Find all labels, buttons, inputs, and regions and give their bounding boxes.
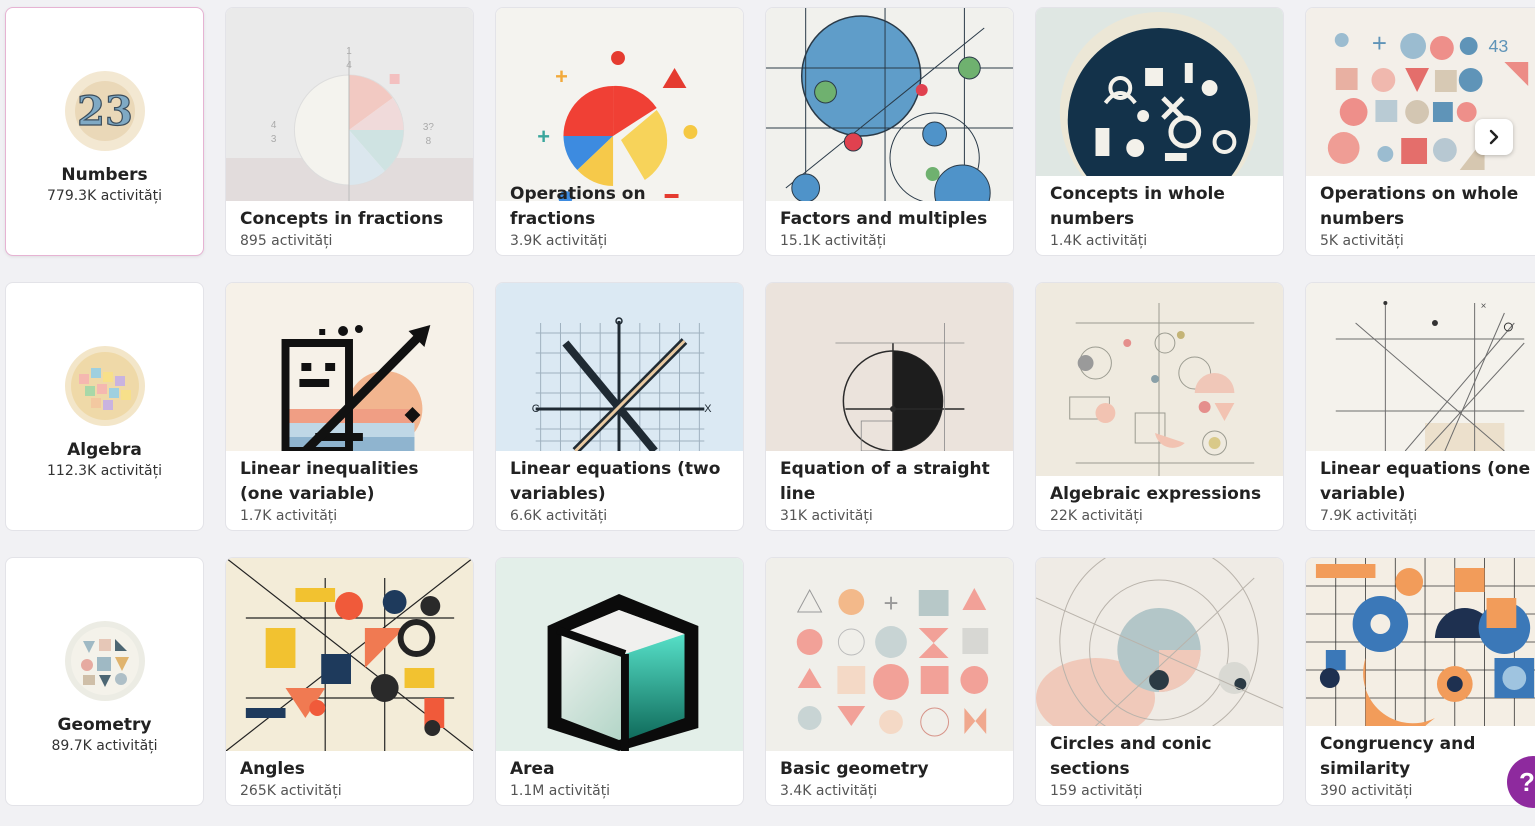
algebra-icon (64, 346, 145, 426)
topic-count: 1.1M activități (510, 783, 611, 799)
topic-card-equation-of-a-straight-line[interactable]: Equation of a straight line 31K activită… (765, 282, 1014, 531)
circles-and-conic-sections-illustration (1036, 558, 1283, 726)
topic-count: 390 activități (1320, 783, 1413, 799)
geometry-icon (64, 621, 145, 701)
topic-count: 5K activități (1320, 233, 1404, 249)
concepts-in-whole-numbers-illustration (1036, 8, 1283, 176)
linear-equations-one-variable-illustration: × (1306, 283, 1535, 451)
category-card-numbers[interactable]: 23 Numbers 779.3K activități (5, 7, 204, 256)
area-illustration (496, 558, 743, 751)
algebraic-expressions-illustration (1036, 283, 1283, 476)
topic-card-congruency-and-similarity[interactable]: Congruency and similarity 390 activități (1305, 557, 1535, 806)
topic-title: Operations on fractions (510, 184, 646, 229)
numbers-icon: 23 (64, 71, 145, 151)
axis-label: C (532, 403, 540, 415)
topic-title: Circles and conic sections (1050, 734, 1212, 779)
fraction-label: 1 (346, 46, 352, 57)
topic-count: 31K activități (780, 508, 873, 524)
fraction-label: 4 (271, 120, 277, 131)
topic-count: 22K activități (1050, 508, 1143, 524)
svg-text:+: + (883, 590, 898, 618)
topic-card-algebraic-expressions[interactable]: Algebraic expressions 22K activități (1035, 282, 1284, 531)
topic-title: Concepts in fractions (240, 209, 444, 229)
topic-card-linear-equations-two-variables[interactable]: X C Linear equations (two variables) 6.6… (495, 282, 744, 531)
basic-geometry-illustration: + (766, 558, 1013, 751)
topic-title: Factors and multiples (780, 209, 988, 229)
topic-card-circles-and-conic-sections[interactable]: Circles and conic sections 159 activităț… (1035, 557, 1284, 806)
topic-count: 265K activități (240, 783, 342, 799)
topic-count: 6.6K activități (510, 508, 608, 524)
axis-label: X (704, 403, 712, 415)
topic-card-concepts-in-fractions[interactable]: 1 4 4 3 3? 8 Concepts in fractions 895 a… (225, 7, 474, 256)
category-count: 112.3K activități (47, 463, 162, 479)
svg-text:+: + (555, 64, 568, 89)
topic-title: Angles (240, 759, 305, 779)
category-title: Geometry (57, 715, 152, 735)
category-title: Algebra (67, 440, 142, 460)
carousel-next-button[interactable] (1475, 119, 1513, 155)
topic-count: 3.4K activități (780, 783, 878, 799)
category-count: 89.7K activități (51, 738, 158, 754)
concepts-in-fractions-illustration: 1 4 4 3 3? 8 (226, 8, 473, 201)
category-title: Numbers (61, 165, 148, 185)
topic-count: 1.4K activități (1050, 233, 1148, 249)
topic-title: Linear equations (two variables) (510, 459, 721, 504)
topic-card-linear-inequalities-one-variable[interactable]: Linear inequalities (one variable) 1.7K … (225, 282, 474, 531)
category-card-algebra[interactable]: Algebra 112.3K activități (5, 282, 204, 531)
linear-inequalities-illustration (226, 283, 473, 451)
svg-text:23: 23 (77, 88, 133, 135)
topic-count: 7.9K activități (1320, 508, 1418, 524)
help-icon: ? (1519, 766, 1535, 797)
fraction-label: 3 (271, 134, 277, 145)
straight-line-illustration (766, 283, 1013, 451)
linear-equations-two-variables-illustration: X C (496, 283, 743, 451)
topic-title: Equation of a straight line (780, 459, 990, 504)
factors-and-multiples-illustration (766, 8, 1013, 201)
topic-card-operations-on-fractions[interactable]: + + Operations on fractions 3.9K activit… (495, 7, 744, 256)
chevron-right-icon (1489, 129, 1499, 145)
topic-title: Operations on whole numbers (1320, 184, 1519, 229)
operations-on-fractions-illustration: + + (496, 8, 743, 201)
topic-title: Area (510, 759, 555, 779)
topic-count: 895 activități (240, 233, 333, 249)
topic-title: Congruency and similarity (1320, 734, 1476, 779)
topic-count: 1.7K activități (240, 508, 338, 524)
angles-illustration (226, 558, 473, 751)
topic-card-linear-equations-one-variable[interactable]: × Linear equations (one variable) 7.9K a… (1305, 282, 1535, 531)
svg-text:+: + (537, 124, 550, 149)
category-count: 779.3K activități (47, 188, 162, 204)
topic-title: Linear inequalities (one variable) (240, 459, 419, 504)
topic-count: 15.1K activități (780, 233, 887, 249)
category-card-geometry[interactable]: Geometry 89.7K activități (5, 557, 204, 806)
topic-count: 159 activități (1050, 783, 1143, 799)
topic-title: Algebraic expressions (1050, 484, 1262, 504)
topic-card-basic-geometry[interactable]: + Basic geometry 3.4K activități (765, 557, 1014, 806)
topic-count: 3.9K activități (510, 233, 608, 249)
topic-title: Linear equations (one variable) (1320, 459, 1531, 504)
topic-grid-page: 23 Numbers 779.3K activități 1 4 4 3 3? … (0, 0, 1535, 826)
fraction-label: 3? (423, 122, 434, 133)
topic-title: Concepts in whole numbers (1050, 184, 1225, 229)
svg-text:×: × (1481, 301, 1487, 312)
svg-text:+: + (1372, 30, 1387, 58)
congruency-and-similarity-illustration (1306, 558, 1535, 726)
topic-card-factors-and-multiples[interactable]: Factors and multiples 15.1K activități (765, 7, 1014, 256)
number-label: 43 (1489, 36, 1509, 56)
topic-title: Basic geometry (780, 759, 929, 779)
fraction-label: 8 (426, 136, 432, 147)
topic-card-angles[interactable]: Angles 265K activități (225, 557, 474, 806)
topic-card-area[interactable]: Area 1.1M activități (495, 557, 744, 806)
fraction-label: 4 (346, 60, 352, 71)
topic-card-concepts-in-whole-numbers[interactable]: Concepts in whole numbers 1.4K activităț… (1035, 7, 1284, 256)
